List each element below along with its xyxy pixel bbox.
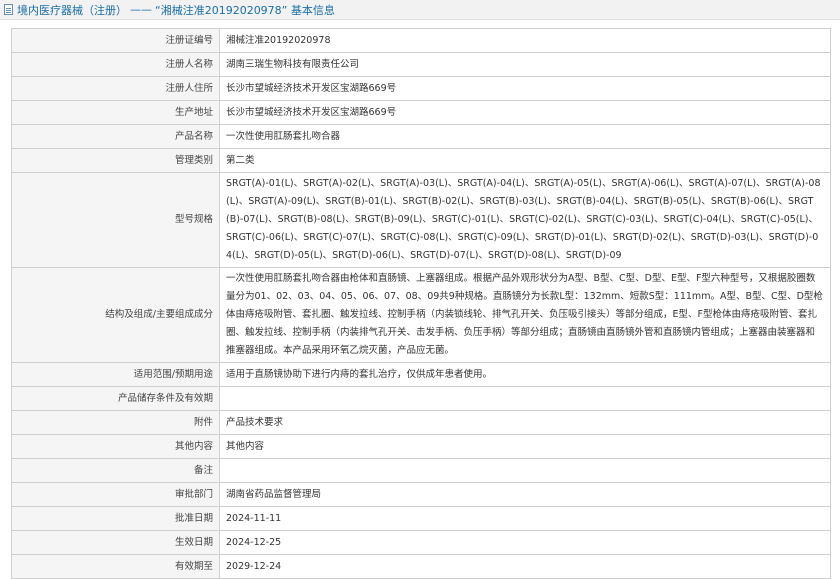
info-table-body: 注册证编号 湘械注准20192020978 注册人名称 湖南三瑞生物科技有限责任公司… <box>11 28 831 579</box>
table-row: 其他内容 其他内容 <box>11 434 831 459</box>
table-row: 结构及组成/主要组成成分 一次性使用肛肠套扎吻合器由枪体和直肠镜、上塞器组成。根据… <box>11 267 831 363</box>
table-row: 生效日期 2024-12-25 <box>11 530 831 555</box>
row-value: 湘械注准20192020978 <box>219 28 831 53</box>
table-row: 适用范围/预期用途 适用于直肠镜协助下进行内痔的套扎治疗，仅供成年患者使用。 <box>11 362 831 387</box>
table-row: 有效期至 2029-12-24 <box>11 554 831 579</box>
row-value: 第二类 <box>219 148 831 173</box>
row-label: 管理类别 <box>11 148 220 173</box>
table-row: 型号规格 SRGT(A)-01(L)、SRGT(A)-02(L)、SRGT(A)-… <box>11 172 831 268</box>
row-value: 其他内容 <box>219 434 831 459</box>
row-value: 适用于直肠镜协助下进行内痔的套扎治疗，仅供成年患者使用。 <box>219 362 831 387</box>
table-row: 注册人名称 湖南三瑞生物科技有限责任公司 <box>11 52 831 77</box>
row-label: 注册人住所 <box>11 76 220 101</box>
document-icon <box>4 4 13 15</box>
table-row: 管理类别 第二类 <box>11 148 831 173</box>
row-value <box>219 458 831 483</box>
row-label: 有效期至 <box>11 554 220 579</box>
row-value: 长沙市望城经济技术开发区宝湖路669号 <box>219 100 831 125</box>
row-label: 型号规格 <box>11 172 220 268</box>
row-label: 批准日期 <box>11 506 220 531</box>
header-separator: —— <box>130 3 152 16</box>
row-label: 产品名称 <box>11 124 220 149</box>
row-label: 产品储存条件及有效期 <box>11 386 220 411</box>
row-label: 审批部门 <box>11 482 220 507</box>
row-label: 备注 <box>11 458 220 483</box>
row-value: SRGT(A)-01(L)、SRGT(A)-02(L)、SRGT(A)-03(L… <box>219 172 831 268</box>
table-row: 注册人住所 长沙市望城经济技术开发区宝湖路669号 <box>11 76 831 101</box>
row-label: 生效日期 <box>11 530 220 555</box>
row-value: 湖南三瑞生物科技有限责任公司 <box>219 52 831 77</box>
row-label: 其他内容 <box>11 434 220 459</box>
row-value <box>219 386 831 411</box>
table-row: 批准日期 2024-11-11 <box>11 506 831 531</box>
table-row: 生产地址 长沙市望城经济技术开发区宝湖路669号 <box>11 100 831 125</box>
header-title: “湘械注准20192020978” 基本信息 <box>155 3 335 17</box>
table-row: 备注 <box>11 458 831 483</box>
row-value: 产品技术要求 <box>219 410 831 435</box>
row-label: 附件 <box>11 410 220 435</box>
table-row: 注册证编号 湘械注准20192020978 <box>11 28 831 53</box>
row-value: 2024-11-11 <box>219 506 831 531</box>
registration-info-table: 注册证编号 湘械注准20192020978 注册人名称 湖南三瑞生物科技有限责任公司… <box>11 28 831 579</box>
row-value: 一次性使用肛肠套扎吻合器 <box>219 124 831 149</box>
table-row: 产品名称 一次性使用肛肠套扎吻合器 <box>11 124 831 149</box>
row-label: 注册证编号 <box>11 28 220 53</box>
row-value: 长沙市望城经济技术开发区宝湖路669号 <box>219 76 831 101</box>
page-header: 境内医疗器械（注册） —— “湘械注准20192020978” 基本信息 <box>0 0 840 20</box>
info-container: 注册证编号 湘械注准20192020978 注册人名称 湖南三瑞生物科技有限责任公司… <box>0 20 840 579</box>
row-value: 湖南省药品监督管理局 <box>219 482 831 507</box>
row-label: 注册人名称 <box>11 52 220 77</box>
row-value: 一次性使用肛肠套扎吻合器由枪体和直肠镜、上塞器组成。根据产品外观形状分为A型、B… <box>219 267 831 363</box>
table-row: 产品储存条件及有效期 <box>11 386 831 411</box>
row-value: 2024-12-25 <box>219 530 831 555</box>
row-value: 2029-12-24 <box>219 554 831 579</box>
row-label: 生产地址 <box>11 100 220 125</box>
table-row: 附件 产品技术要求 <box>11 410 831 435</box>
row-label: 适用范围/预期用途 <box>11 362 220 387</box>
row-label: 结构及组成/主要组成成分 <box>11 267 220 363</box>
table-row: 审批部门 湖南省药品监督管理局 <box>11 482 831 507</box>
header-section[interactable]: 境内医疗器械（注册） <box>17 2 127 18</box>
